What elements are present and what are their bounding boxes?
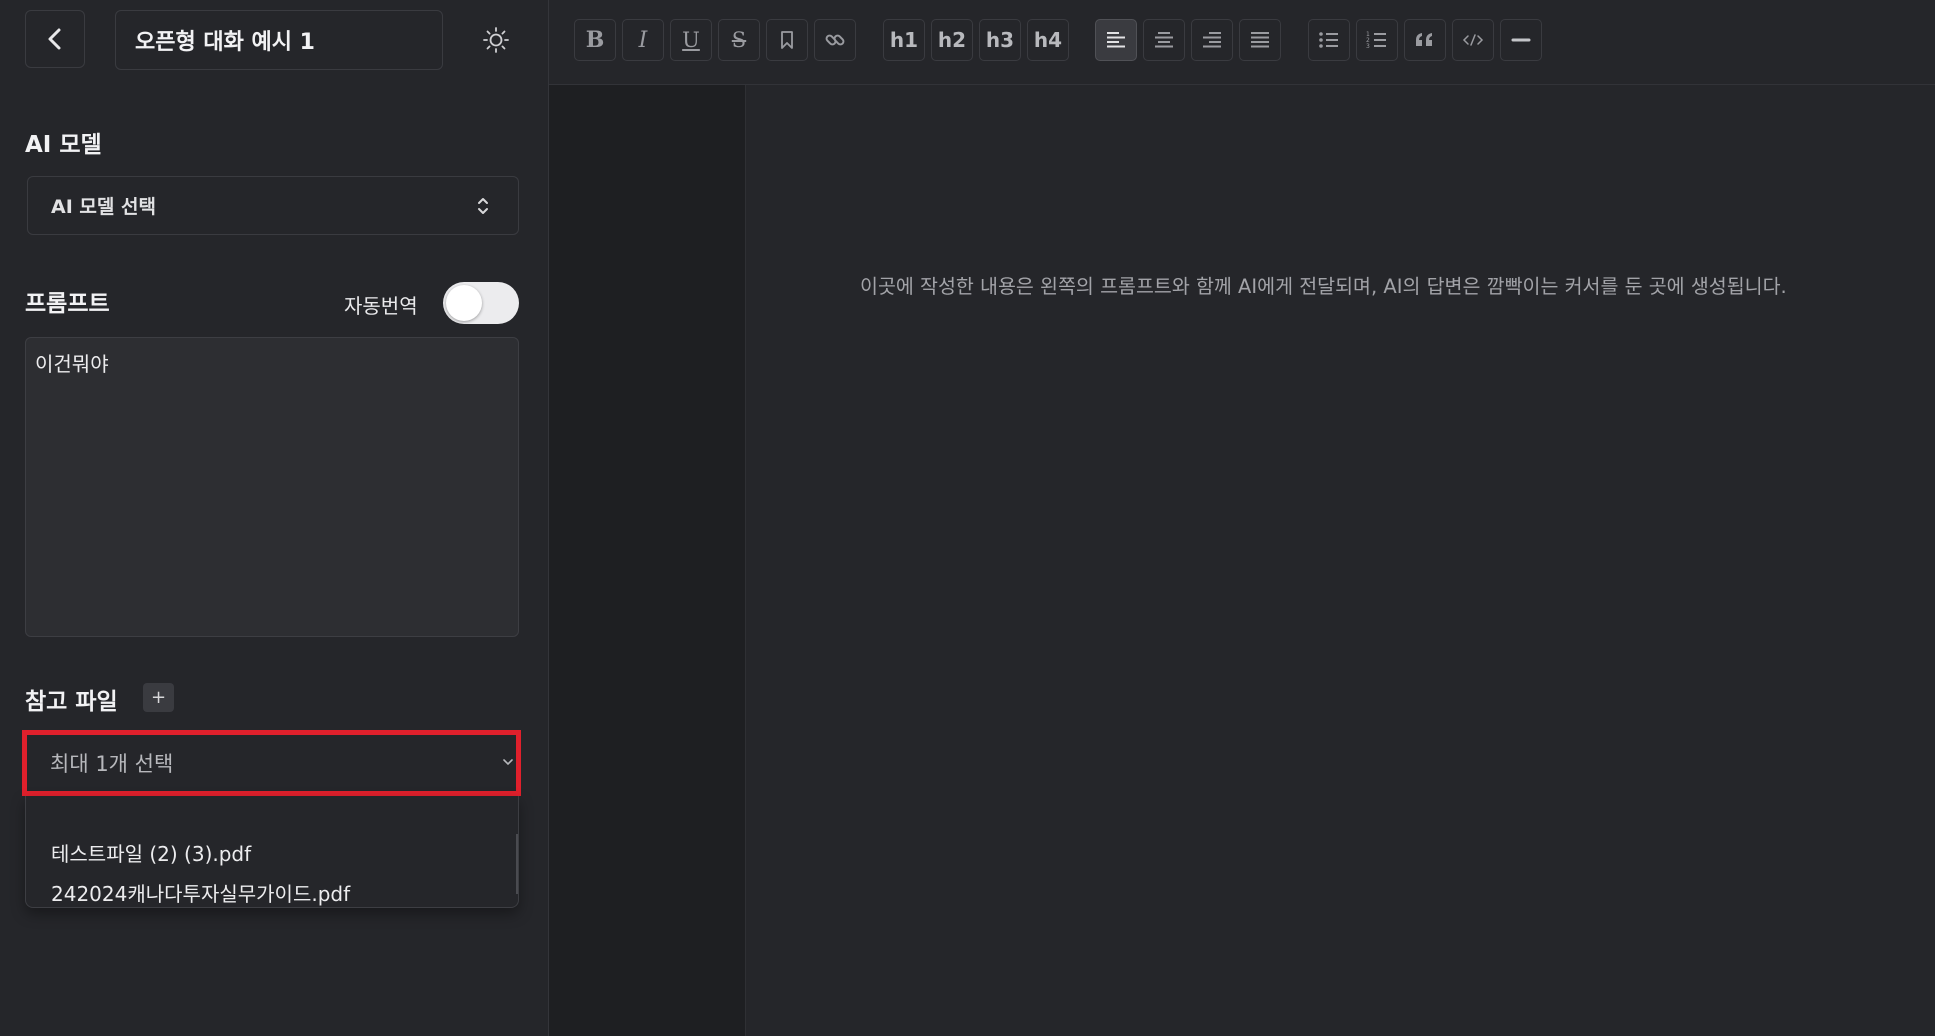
heading-1-button[interactable]: h1 bbox=[883, 19, 925, 61]
toggle-knob bbox=[446, 285, 482, 321]
document-title[interactable]: 오픈형 대화 예시 1 bbox=[115, 10, 443, 70]
numbered-list-icon: 123 bbox=[1366, 31, 1386, 49]
file-option[interactable]: 242024캐나다투자실무가이드.pdf bbox=[51, 878, 350, 907]
align-center-icon bbox=[1155, 32, 1173, 48]
chevron-down-icon bbox=[503, 759, 513, 766]
align-justify-button[interactable] bbox=[1239, 19, 1281, 61]
svg-text:3: 3 bbox=[1366, 43, 1370, 49]
ai-model-label: AI 모델 bbox=[25, 132, 102, 158]
underline-icon: U bbox=[682, 28, 700, 52]
file-option[interactable]: 테스트파일 (2) (3).pdf bbox=[51, 838, 251, 867]
editor-toolbar: B I U S h1 h2 h3 h4 123 bbox=[549, 0, 1935, 85]
heading-3-button[interactable]: h3 bbox=[979, 19, 1021, 61]
horizontal-rule-icon bbox=[1511, 38, 1531, 42]
reference-file-select-placeholder: 최대 1개 선택 bbox=[50, 752, 174, 776]
heading-2-button[interactable]: h2 bbox=[931, 19, 973, 61]
link-icon bbox=[825, 34, 845, 46]
chevron-up-down-icon bbox=[478, 198, 488, 214]
align-left-icon bbox=[1107, 32, 1125, 48]
editor-placeholder[interactable]: 이곳에 작성한 내용은 왼쪽의 프롬프트와 함께 AI에게 전달되며, AI의 … bbox=[860, 270, 1787, 299]
reference-files-label: 참고 파일 bbox=[25, 689, 118, 715]
dropdown-underlay-edge bbox=[516, 834, 518, 894]
auto-translate-toggle[interactable] bbox=[443, 282, 519, 324]
reference-file-dropdown: 테스트파일 (2) (3).pdf 242024캐나다투자실무가이드.pdf bbox=[25, 796, 519, 908]
ai-model-select[interactable]: AI 모델 선택 bbox=[27, 176, 519, 235]
bookmark-icon bbox=[781, 31, 793, 49]
italic-button[interactable]: I bbox=[622, 19, 664, 61]
bullet-list-button[interactable] bbox=[1308, 19, 1350, 61]
align-right-button[interactable] bbox=[1191, 19, 1233, 61]
document-title-text: 오픈형 대화 예시 1 bbox=[135, 30, 315, 55]
strikethrough-button[interactable]: S bbox=[718, 19, 760, 61]
theme-toggle-button[interactable] bbox=[478, 22, 514, 58]
quote-icon bbox=[1416, 33, 1432, 46]
sun-icon bbox=[483, 27, 509, 53]
bullet-list-icon bbox=[1319, 32, 1338, 48]
align-center-button[interactable] bbox=[1143, 19, 1185, 61]
bold-button[interactable]: B bbox=[574, 19, 616, 61]
code-button[interactable] bbox=[1452, 19, 1494, 61]
align-right-icon bbox=[1203, 32, 1221, 48]
back-button[interactable] bbox=[25, 10, 85, 68]
strikethrough-icon: S bbox=[731, 28, 747, 52]
prompt-input[interactable]: 이건뭐야 bbox=[25, 337, 519, 637]
auto-translate-label: 자동번역 bbox=[344, 294, 418, 318]
align-justify-icon bbox=[1251, 32, 1269, 48]
reference-file-select[interactable]: 최대 1개 선택 bbox=[22, 730, 521, 796]
ai-model-select-value: AI 모델 선택 bbox=[51, 196, 156, 218]
chevron-left-icon bbox=[48, 28, 61, 50]
link-button[interactable] bbox=[814, 19, 856, 61]
italic-icon: I bbox=[638, 27, 648, 53]
code-icon bbox=[1462, 34, 1484, 46]
bookmark-button[interactable] bbox=[766, 19, 808, 61]
align-left-button[interactable] bbox=[1095, 19, 1137, 61]
prompt-label: 프롬프트 bbox=[25, 291, 110, 317]
numbered-list-button[interactable]: 123 bbox=[1356, 19, 1398, 61]
left-sidebar: 오픈형 대화 예시 1 AI 모델 AI 모델 선택 프롬프트 자동번역 이건뭐… bbox=[0, 0, 549, 1036]
horizontal-rule-button[interactable] bbox=[1500, 19, 1542, 61]
heading-4-button[interactable]: h4 bbox=[1027, 19, 1069, 61]
underline-button[interactable]: U bbox=[670, 19, 712, 61]
bold-icon: B bbox=[585, 27, 605, 53]
editor-gutter bbox=[549, 85, 746, 1036]
blockquote-button[interactable] bbox=[1404, 19, 1446, 61]
add-file-button[interactable]: + bbox=[143, 683, 174, 712]
